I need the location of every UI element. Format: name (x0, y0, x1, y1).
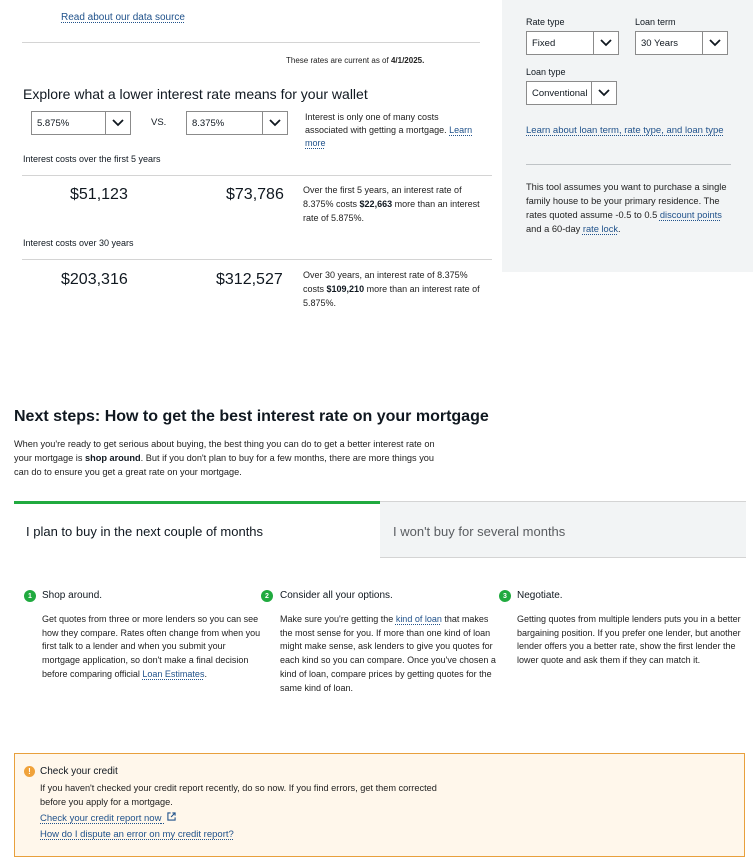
loan-options-panel: Rate type Loan term Fixed 30 Years Loan … (502, 0, 753, 272)
check-credit-report-label: Check your credit report now (40, 813, 162, 824)
discount-points-link[interactable]: discount points (660, 210, 722, 220)
rate-b-value: 8.375% (192, 117, 225, 129)
data-source-link[interactable]: Read about our data source (61, 12, 185, 23)
rates-current-date: 4/1/2025. (390, 56, 425, 65)
loan-term-info-link[interactable]: Learn about loan term, rate type, and lo… (526, 124, 736, 138)
assumption-text: . (618, 224, 621, 234)
assumption-note: This tool assumes you want to purchase a… (526, 180, 736, 236)
cost-difference: $22,663 (359, 199, 393, 209)
loan-type-select[interactable]: Conventional (526, 81, 617, 105)
cost-difference: $109,210 (326, 284, 365, 294)
tab-buy-soon[interactable]: I plan to buy in the next couple of mont… (14, 501, 380, 558)
external-link-icon (167, 812, 176, 824)
cost-5yr-rate-b: $73,786 (226, 186, 284, 203)
step-text: . (204, 668, 207, 679)
cost-30yr-rate-b: $312,527 (216, 271, 283, 288)
label-5-years: Interest costs over the first 5 years (23, 154, 161, 164)
rate-b-select[interactable]: 8.375% (186, 111, 288, 135)
step-title: Shop around. (42, 590, 103, 601)
step-number-1: 1 (24, 590, 36, 602)
chevron-down-icon (591, 82, 616, 104)
tab-buy-soon-label: I plan to buy in the next couple of mont… (26, 524, 264, 539)
rates-current-prefix: These rates are current as of (286, 56, 389, 65)
step-body: Get quotes from three or more lenders so… (42, 613, 262, 682)
divider (526, 164, 731, 165)
interest-note: Interest is only one of many costs assoc… (305, 111, 480, 150)
chevron-down-icon (105, 112, 130, 134)
credit-body: If you haven't checked your credit repor… (40, 783, 437, 807)
rate-lock-link[interactable]: rate lock (583, 224, 618, 234)
rate-type-select[interactable]: Fixed (526, 31, 619, 55)
rate-type-label: Rate type (526, 17, 565, 27)
warning-icon: ! (24, 766, 35, 777)
chevron-down-icon (702, 32, 727, 54)
rate-a-value: 5.875% (37, 117, 70, 129)
step-text: Make sure you're getting the (280, 614, 394, 624)
credit-title: Check your credit (40, 766, 118, 777)
loan-term-label: Loan term (635, 17, 676, 27)
next-steps-title: Next steps: How to get the best interest… (14, 408, 489, 425)
kind-of-loan-link[interactable]: kind of loan (396, 614, 442, 624)
chevron-down-icon (593, 32, 618, 54)
assumption-text: and a 60-day (526, 224, 581, 234)
cost-30yr-rate-a: $203,316 (61, 271, 128, 288)
step-number-3: 3 (499, 590, 511, 602)
loan-estimates-link[interactable]: Loan Estimates (142, 669, 204, 679)
cost-5yr-note: Over the first 5 years, an interest rate… (303, 183, 488, 225)
next-steps-intro: When you're ready to get serious about b… (14, 437, 444, 479)
vs-label: VS. (151, 117, 167, 128)
tab-buy-later[interactable]: I won't buy for several months (380, 501, 746, 558)
tab-buy-later-label: I won't buy for several months (393, 524, 566, 539)
explore-title: Explore what a lower interest rate means… (23, 86, 368, 102)
cost-5yr-rate-a: $51,123 (70, 186, 128, 203)
chevron-down-icon (262, 112, 287, 134)
step-body: Make sure you're getting the kind of loa… (280, 613, 500, 695)
divider (22, 259, 492, 260)
rate-a-select[interactable]: 5.875% (31, 111, 131, 135)
loan-type-label: Loan type (526, 67, 566, 77)
interest-note-text: Interest is only one of many costs assoc… (305, 112, 447, 135)
label-30-years: Interest costs over 30 years (23, 238, 134, 248)
rates-current-note: These rates are current as of 4/1/2025. (286, 56, 424, 65)
loan-term-select[interactable]: 30 Years (635, 31, 728, 55)
loan-term-value: 30 Years (641, 37, 678, 49)
intro-emphasis: shop around (85, 453, 141, 463)
divider (22, 42, 480, 43)
divider (22, 175, 492, 176)
loan-type-value: Conventional (532, 87, 588, 99)
cost-30yr-note: Over 30 years, an interest rate of 8.375… (303, 268, 488, 310)
dispute-error-link[interactable]: How do I dispute an error on my credit r… (40, 829, 234, 840)
check-credit-report-link[interactable]: Check your credit report now (40, 812, 176, 824)
step-body: Getting quotes from multiple lenders put… (517, 614, 741, 666)
step-text: that makes the most sense for you. If mo… (280, 614, 496, 693)
step-number-2: 2 (261, 590, 273, 602)
credit-callout: ! Check your credit If you haven't check… (14, 753, 745, 857)
step-title: Negotiate. (517, 590, 563, 601)
rate-type-value: Fixed (532, 37, 556, 49)
step-title: Consider all your options. (280, 590, 393, 601)
